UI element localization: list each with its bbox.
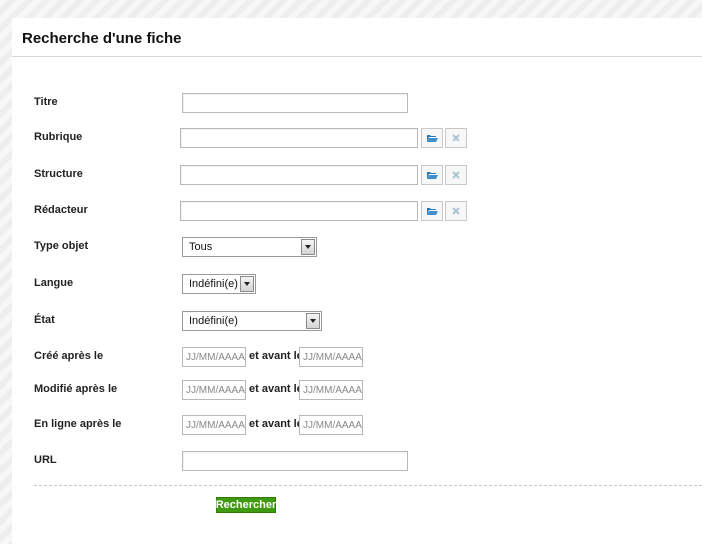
cree-before-label: et avant le (249, 350, 303, 362)
row-cree: Créé après le JJ/MM/AAAA et avant le JJ/… (12, 347, 702, 371)
rubrique-label: Rubrique (34, 131, 83, 143)
row-url: URL (12, 451, 702, 475)
structure-clear-button[interactable] (445, 165, 467, 185)
redacteur-label: Rédacteur (34, 204, 88, 216)
page-title: Recherche d'une fiche (22, 30, 182, 47)
redacteur-browse-button[interactable] (421, 201, 443, 221)
langue-value: Indéfini(e) (189, 278, 238, 290)
folder-open-icon (427, 172, 438, 179)
row-etat: État Indéfini(e) (12, 311, 702, 335)
row-titre: Titre (12, 93, 702, 117)
en-ligne-before-label: et avant le (249, 418, 303, 430)
titre-label: Titre (34, 96, 58, 108)
search-submit-button[interactable]: Rechercher (216, 497, 276, 513)
en-ligne-label: En ligne après le (34, 418, 122, 430)
structure-input[interactable] (180, 165, 418, 185)
title-divider (12, 56, 702, 57)
url-input[interactable] (182, 451, 408, 471)
form-divider (34, 485, 702, 486)
langue-label: Langue (34, 277, 74, 289)
close-icon (452, 207, 460, 215)
rubrique-clear-button[interactable] (445, 128, 467, 148)
etat-label: État (34, 314, 55, 326)
rubrique-input[interactable] (180, 128, 418, 148)
chevron-down-icon (306, 313, 320, 329)
type-objet-select[interactable]: Tous (182, 237, 317, 257)
chevron-down-icon (301, 239, 315, 255)
row-rubrique: Rubrique (12, 128, 702, 152)
chevron-down-icon (240, 276, 254, 292)
row-modifie: Modifié après le JJ/MM/AAAA et avant le … (12, 380, 702, 404)
type-objet-label: Type objet (34, 240, 89, 252)
folder-open-icon (427, 208, 438, 215)
row-en-ligne: En ligne après le JJ/MM/AAAA et avant le… (12, 415, 702, 439)
en-ligne-before-date-input[interactable]: JJ/MM/AAAA (299, 415, 363, 435)
search-panel: Recherche d'une fiche Titre Rubrique Str… (12, 18, 702, 544)
modifie-before-date-input[interactable]: JJ/MM/AAAA (299, 380, 363, 400)
row-langue: Langue Indéfini(e) (12, 274, 702, 298)
etat-select[interactable]: Indéfini(e) (182, 311, 322, 331)
redacteur-clear-button[interactable] (445, 201, 467, 221)
redacteur-input[interactable] (180, 201, 418, 221)
cree-before-date-input[interactable]: JJ/MM/AAAA (299, 347, 363, 367)
etat-value: Indéfini(e) (189, 315, 238, 327)
row-structure: Structure (12, 165, 702, 189)
modifie-before-label: et avant le (249, 383, 303, 395)
close-icon (452, 171, 460, 179)
en-ligne-after-date-input[interactable]: JJ/MM/AAAA (182, 415, 246, 435)
structure-label: Structure (34, 168, 83, 180)
cree-after-date-input[interactable]: JJ/MM/AAAA (182, 347, 246, 367)
row-type-objet: Type objet Tous (12, 237, 702, 261)
modifie-label: Modifié après le (34, 383, 118, 395)
structure-browse-button[interactable] (421, 165, 443, 185)
cree-label: Créé après le (34, 350, 104, 362)
langue-select[interactable]: Indéfini(e) (182, 274, 256, 294)
type-objet-value: Tous (189, 241, 213, 253)
row-redacteur: Rédacteur (12, 201, 702, 225)
rubrique-browse-button[interactable] (421, 128, 443, 148)
close-icon (452, 134, 460, 142)
url-label: URL (34, 454, 57, 466)
folder-open-icon (427, 135, 438, 142)
modifie-after-date-input[interactable]: JJ/MM/AAAA (182, 380, 246, 400)
titre-input[interactable] (182, 93, 408, 113)
